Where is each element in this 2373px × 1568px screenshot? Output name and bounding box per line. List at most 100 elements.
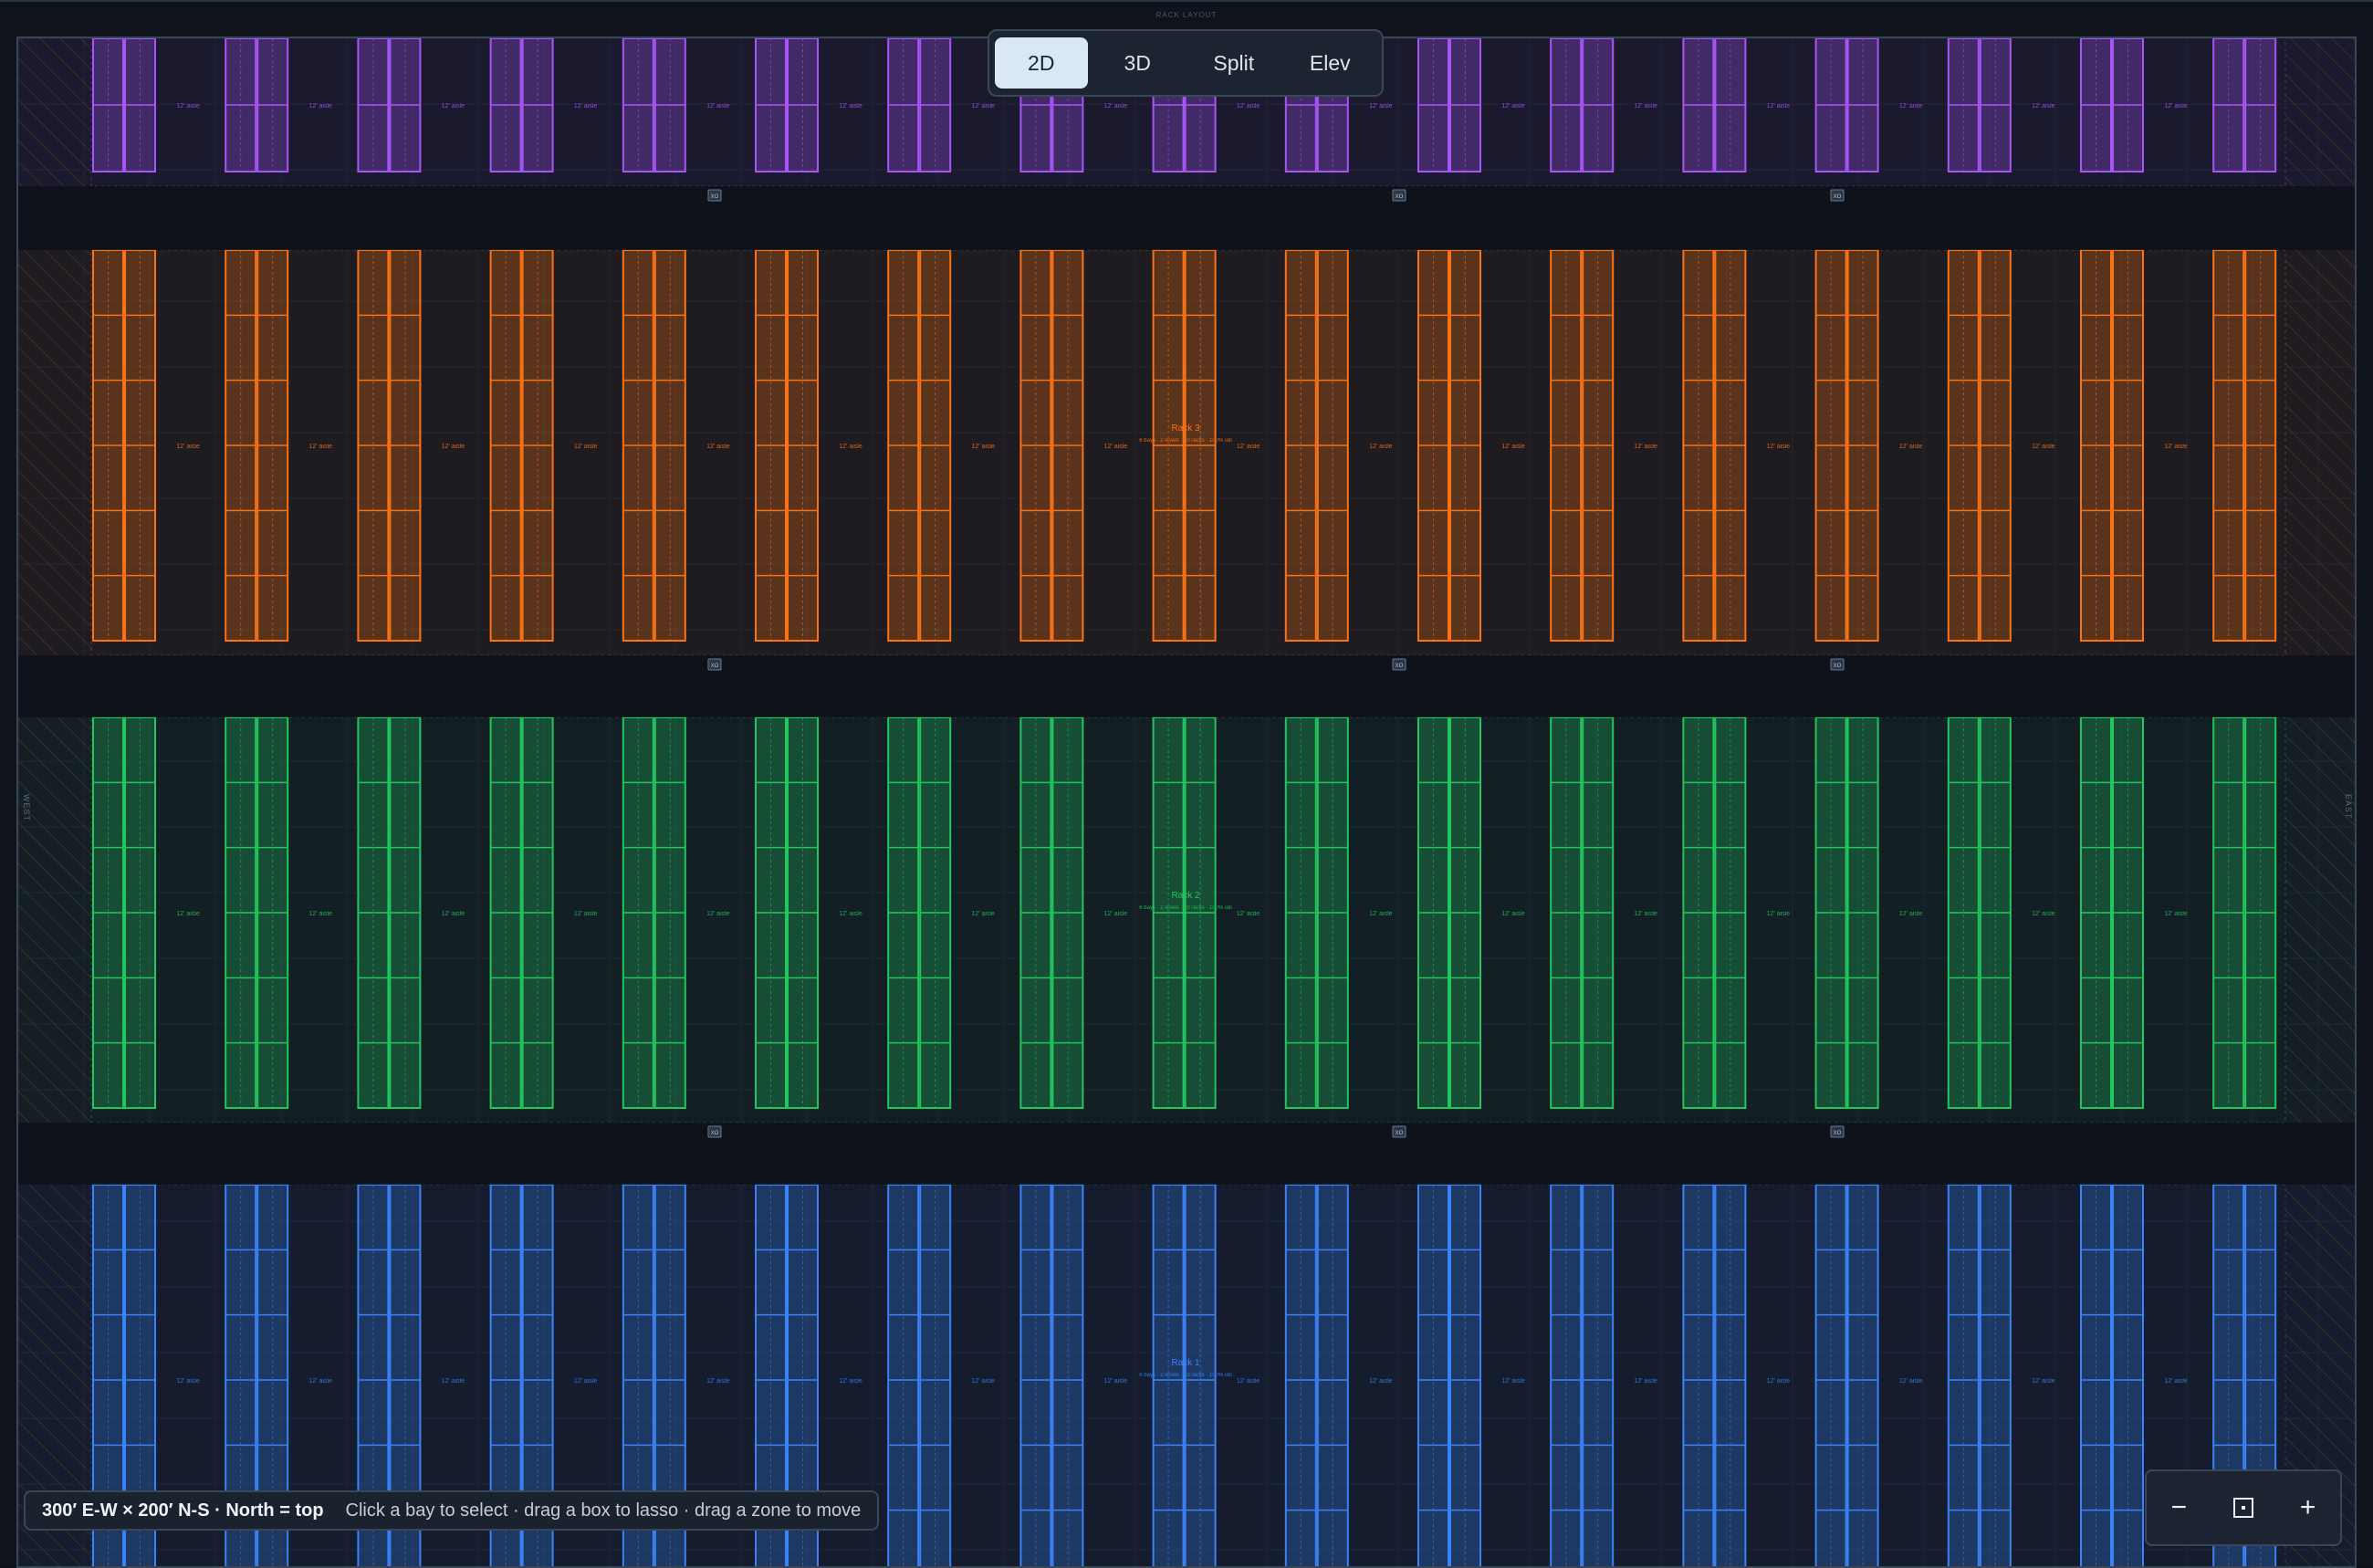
aisle-label: 12' aisle — [706, 103, 730, 110]
aisle-label: 12' aisle — [442, 911, 465, 917]
cross-aisle — [18, 1123, 2355, 1185]
aisle-label: 12' aisle — [574, 103, 598, 110]
aisle-label: 12' aisle — [1237, 1378, 1260, 1385]
aisle-label: 12' aisle — [839, 103, 862, 110]
aisle-label: 12' aisle — [574, 1378, 598, 1385]
aisle-label: 12' aisle — [1369, 1378, 1393, 1385]
aisle-label: 12' aisle — [1899, 444, 1923, 450]
aisle-label: 12' aisle — [176, 1378, 200, 1385]
crossover-badge-label: XO — [1396, 664, 1404, 669]
aisle-label: 12' aisle — [1501, 911, 1525, 917]
west-wall-label: WEST — [22, 794, 31, 821]
fit-to-screen-icon — [2232, 1498, 2253, 1518]
aisle-label: 12' aisle — [2032, 444, 2055, 450]
aisle-label: 12' aisle — [1634, 1378, 1657, 1385]
aisle-label: 12' aisle — [706, 444, 730, 450]
aisle-label: 12' aisle — [442, 444, 465, 450]
crossover-badge-label: XO — [1834, 194, 1842, 200]
aisle-label: 12' aisle — [2164, 1378, 2188, 1385]
aisle-label: 12' aisle — [442, 103, 465, 110]
aisle-label: 12' aisle — [1767, 1378, 1791, 1385]
east-wall-label: EAST — [2344, 794, 2353, 820]
crossover-badge-label: XO — [1396, 1131, 1404, 1136]
zone-end-hatch — [2285, 38, 2355, 186]
view-2d-button[interactable]: 2D — [995, 37, 1088, 89]
fit-to-screen-button[interactable] — [2218, 1482, 2269, 1533]
zone-title[interactable]: Rack 3 — [1171, 423, 1200, 434]
view-elevation-button[interactable]: Elev — [1284, 37, 1377, 89]
aisle-label: 12' aisle — [839, 444, 862, 450]
aisle-label: 12' aisle — [2032, 103, 2055, 110]
aisle-label: 12' aisle — [308, 103, 332, 110]
aisle-label: 12' aisle — [1899, 1378, 1923, 1385]
zone-end-hatch — [2285, 250, 2355, 655]
view-split-button[interactable]: Split — [1187, 37, 1281, 89]
zone-end-hatch — [18, 38, 91, 186]
aisle-label: 12' aisle — [1104, 103, 1128, 110]
aisle-label: 12' aisle — [1104, 444, 1128, 450]
aisle-label: 12' aisle — [2032, 911, 2055, 917]
aisle-label: 12' aisle — [971, 103, 995, 110]
aisle-label: 12' aisle — [1767, 444, 1791, 450]
aisle-label: 12' aisle — [1501, 103, 1525, 110]
aisle-label: 12' aisle — [176, 103, 200, 110]
app-window: RACK LAYOUT 12' aisle 12' aisle 12' aisle 1… — [0, 0, 2373, 1568]
zone-end-hatch — [18, 717, 91, 1123]
aisle-label: 12' aisle — [971, 911, 995, 917]
crossover-badge-label: XO — [711, 194, 719, 200]
aisle-label: 12' aisle — [839, 1378, 862, 1385]
aisle-label: 12' aisle — [1369, 103, 1393, 110]
aisle-label: 12' aisle — [2164, 444, 2188, 450]
aisle-label: 12' aisle — [1237, 444, 1260, 450]
aisle-label: 12' aisle — [1899, 911, 1923, 917]
zone-info: 6 bays · 2 levels · 10 racks · 100% util — [1139, 905, 1231, 911]
aisle-label: 12' aisle — [2164, 103, 2188, 110]
aisle-label: 12' aisle — [574, 911, 598, 917]
aisle-label: 12' aisle — [2032, 1378, 2055, 1385]
zoom-in-button[interactable]: + — [2283, 1482, 2334, 1533]
aisle-label: 12' aisle — [706, 1378, 730, 1385]
aisle-label: 12' aisle — [1369, 444, 1393, 450]
aisle-label: 12' aisle — [1899, 103, 1923, 110]
aisle-label: 12' aisle — [1237, 911, 1260, 917]
zone-end-hatch — [2285, 717, 2355, 1123]
crossover-badge-label: XO — [711, 1131, 719, 1136]
view-mode-toggle: 2D 3D Split Elev — [988, 29, 1384, 97]
zone-info: 6 bays · 2 levels · 10 racks · 100% util — [1139, 438, 1231, 444]
aisle-label: 12' aisle — [1104, 1378, 1128, 1385]
crossover-badge-label: XO — [1834, 1131, 1842, 1136]
floor-dimensions: 300′ E-W × 200′ N-S · North = top — [42, 1500, 324, 1521]
aisle-label: 12' aisle — [308, 444, 332, 450]
window-title: RACK LAYOUT — [1155, 11, 1218, 19]
aisle-label: 12' aisle — [1634, 103, 1657, 110]
zone-title[interactable]: Rack 1 — [1171, 1358, 1200, 1368]
aisle-label: 12' aisle — [1634, 444, 1657, 450]
status-bar: 300′ E-W × 200′ N-S · North = top Click … — [24, 1490, 880, 1531]
zone-end-hatch — [18, 250, 91, 655]
aisle-label: 12' aisle — [1501, 1378, 1525, 1385]
warehouse-floor-canvas[interactable]: 12' aisle 12' aisle 12' aisle 12' aisle 12' … — [16, 37, 2357, 1568]
aisle-label: 12' aisle — [971, 444, 995, 450]
aisle-label: 12' aisle — [1767, 911, 1791, 917]
aisle-label: 12' aisle — [442, 1378, 465, 1385]
aisle-label: 12' aisle — [1767, 103, 1791, 110]
aisle-label: 12' aisle — [1104, 911, 1128, 917]
zone-title[interactable]: Rack 2 — [1171, 891, 1200, 901]
crossover-badge-label: XO — [1396, 194, 1404, 200]
aisle-label: 12' aisle — [706, 911, 730, 917]
interaction-hint: Click a bay to select · drag a box to la… — [345, 1500, 862, 1521]
aisle-label: 12' aisle — [1369, 911, 1393, 917]
aisle-label: 12' aisle — [574, 444, 598, 450]
aisle-label: 12' aisle — [2164, 911, 2188, 917]
view-3d-button[interactable]: 3D — [1092, 37, 1185, 89]
aisle-label: 12' aisle — [971, 1378, 995, 1385]
crossover-badge-label: XO — [711, 664, 719, 669]
zoom-out-button[interactable]: − — [2153, 1482, 2204, 1533]
cross-aisle — [18, 655, 2355, 717]
zoom-controls: − + — [2145, 1469, 2342, 1546]
aisle-label: 12' aisle — [176, 444, 200, 450]
aisle-label: 12' aisle — [1501, 444, 1525, 450]
aisle-label: 12' aisle — [1634, 911, 1657, 917]
floor-plan[interactable]: 12' aisle 12' aisle 12' aisle 12' aisle 12' … — [18, 38, 2357, 1568]
aisle-label: 12' aisle — [839, 911, 862, 917]
